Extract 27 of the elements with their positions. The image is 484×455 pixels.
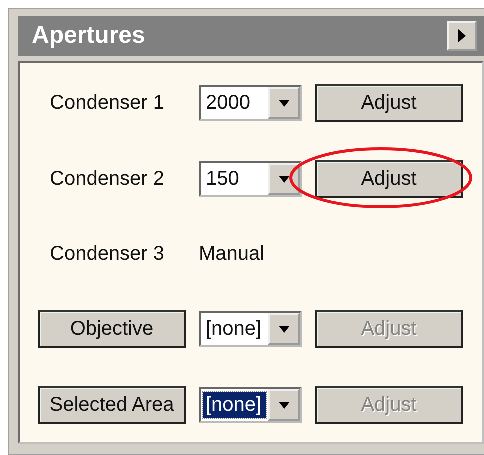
- panel-title: Apertures: [32, 22, 146, 50]
- dropdown-arrow-button[interactable]: [268, 313, 300, 345]
- row-label: Condenser 3: [49, 242, 166, 266]
- row-label: Condenser 1: [49, 92, 166, 114]
- row-value: Manual: [199, 242, 266, 266]
- dropdown-value: 2000: [205, 90, 252, 116]
- adjust-button[interactable]: Adjust: [315, 160, 463, 198]
- row-button[interactable]: Objective: [38, 310, 186, 348]
- dropdown-arrow-button[interactable]: [268, 389, 300, 421]
- caret-icon: [278, 402, 290, 408]
- dropdown-value: [none]: [205, 316, 263, 342]
- caret-icon: [278, 100, 290, 106]
- dropdown[interactable]: [none]: [199, 387, 302, 423]
- adjust-button[interactable]: Adjust: [315, 84, 463, 122]
- row-button[interactable]: Selected Area: [38, 386, 186, 424]
- dropdown-arrow-button[interactable]: [268, 87, 300, 119]
- dropdown[interactable]: [none]: [199, 311, 302, 347]
- dropdown-value: 150: [205, 166, 240, 192]
- row-label: Condenser 2: [49, 168, 166, 190]
- play-arrow-icon: [457, 28, 467, 44]
- caret-icon: [278, 326, 290, 332]
- dropdown-arrow-button[interactable]: [268, 163, 300, 195]
- dropdown-value: [none]: [203, 392, 266, 418]
- dropdown[interactable]: 150: [199, 161, 302, 197]
- caret-icon: [278, 176, 290, 182]
- dropdown[interactable]: 2000: [199, 85, 302, 121]
- expand-button[interactable]: [447, 21, 477, 51]
